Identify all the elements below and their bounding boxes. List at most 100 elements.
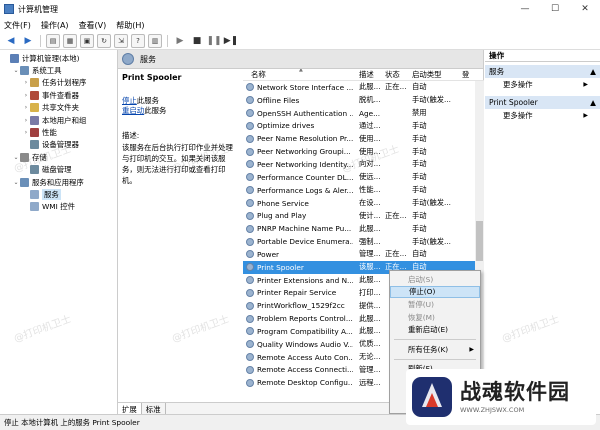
- tree-item[interactable]: 服务: [0, 188, 117, 200]
- tree-item[interactable]: › 事件查看器: [0, 89, 117, 101]
- collapse-caret-icon[interactable]: ▲: [590, 98, 596, 107]
- forward-arrow-icon[interactable]: ▶: [21, 34, 35, 48]
- expand-arrow-icon[interactable]: ›: [22, 79, 30, 86]
- export-list-icon[interactable]: ⇲: [114, 33, 128, 48]
- show-hide-icon[interactable]: ▥: [148, 33, 162, 48]
- service-row[interactable]: Power 管理... 正在... 自动: [243, 248, 484, 261]
- pause-service-icon[interactable]: ❚❚: [206, 34, 221, 48]
- service-row[interactable]: Performance Counter DL... 使远... 手动: [243, 171, 484, 184]
- minimize-button[interactable]: —: [510, 0, 540, 18]
- service-row[interactable]: Peer Networking Identity... 向对... 手动: [243, 158, 484, 171]
- service-row[interactable]: Performance Logs & Aler... 性能... 手动: [243, 184, 484, 197]
- tree-item[interactable]: ⌄ 服务和应用程序: [0, 176, 117, 188]
- column-logon[interactable]: 登: [462, 69, 474, 80]
- logo-name: 战魂软件园: [460, 380, 570, 404]
- service-gear-icon: [246, 314, 254, 323]
- tree-node-icon: [30, 115, 39, 125]
- tab-standard[interactable]: 标准: [141, 403, 166, 414]
- service-row[interactable]: Network Store Interface ... 此服... 正在... 自动: [243, 81, 484, 94]
- column-startup-type[interactable]: 启动类型: [410, 69, 462, 80]
- properties-icon[interactable]: ▣: [80, 33, 94, 48]
- service-row[interactable]: Optimize drives 通过... 手动: [243, 120, 484, 133]
- close-button[interactable]: ✕: [570, 0, 600, 18]
- service-row[interactable]: Offline Files 脱机... 手动(触发...: [243, 94, 484, 107]
- service-row[interactable]: Peer Name Resolution Pr... 使用... 手动: [243, 132, 484, 145]
- stop-service-icon[interactable]: ■: [190, 34, 204, 48]
- tree-item[interactable]: › 本地用户和组: [0, 114, 117, 126]
- tree-node-icon: [30, 78, 39, 88]
- refresh-icon[interactable]: ↻: [97, 33, 111, 48]
- tab-extended[interactable]: 扩展: [118, 403, 142, 414]
- context-menu-item-label: 停止(O): [409, 287, 436, 297]
- service-name: OpenSSH Authentication ...: [257, 108, 353, 118]
- context-menu-item[interactable]: 重新启动(E): [390, 323, 480, 336]
- tree-item[interactable]: 计算机管理(本地): [0, 52, 117, 64]
- service-row[interactable]: Plug and Play 使计... 正在... 手动: [243, 209, 484, 222]
- service-description: 向对...: [359, 159, 381, 169]
- context-menu-item-label: 所有任务(K): [408, 344, 449, 354]
- menu-file[interactable]: 文件(F): [4, 20, 31, 31]
- service-gear-icon: [246, 147, 254, 156]
- collapse-caret-icon[interactable]: ▲: [590, 67, 596, 76]
- service-row[interactable]: Peer Networking Groupi... 使用... 手动: [243, 145, 484, 158]
- expand-arrow-icon[interactable]: ⌄: [12, 67, 20, 74]
- menu-action[interactable]: 操作(A): [41, 20, 69, 31]
- actions-group-services[interactable]: 服务 ▲: [485, 65, 600, 78]
- tree-node-icon: [20, 152, 29, 162]
- column-description[interactable]: 描述: [353, 69, 383, 80]
- description-text: 该服务在后台执行打印作业并处理与打印机的交互。如果关闭该服务，则无法进行打印或查…: [122, 143, 233, 185]
- column-name[interactable]: 名称: [243, 69, 353, 80]
- service-row[interactable]: Phone Service 在设... 手动(触发...: [243, 197, 484, 210]
- tree-item[interactable]: › 性能: [0, 126, 117, 138]
- more-actions-print-spooler[interactable]: 更多操作 ▶: [485, 109, 600, 122]
- back-arrow-icon[interactable]: ◀: [4, 34, 18, 48]
- tree-item-label: 本地用户和组: [42, 115, 87, 125]
- tree-item[interactable]: 磁盘管理: [0, 164, 117, 176]
- tree-item[interactable]: WMI 控件: [0, 201, 117, 213]
- submenu-arrow-icon: ▶: [583, 112, 588, 119]
- expand-arrow-icon[interactable]: ›: [22, 117, 30, 124]
- context-menu-item[interactable]: 停止(O): [390, 285, 480, 299]
- service-row[interactable]: OpenSSH Authentication ... Age... 禁用: [243, 107, 484, 120]
- console-tree-icon[interactable]: ▦: [63, 33, 77, 48]
- up-folder-icon[interactable]: ▤: [46, 33, 60, 48]
- scrollbar-thumb[interactable]: [476, 221, 483, 261]
- tree-item[interactable]: ⌄ 系统工具: [0, 64, 117, 76]
- service-description: 提供...: [359, 300, 381, 310]
- more-actions-services[interactable]: 更多操作 ▶: [485, 78, 600, 91]
- tree-item[interactable]: 设备管理器: [0, 139, 117, 151]
- menu-view[interactable]: 查看(V): [79, 20, 107, 31]
- restart-service-icon[interactable]: ▶❚: [224, 34, 238, 48]
- context-menu-item[interactable]: 所有任务(K) ▶: [390, 343, 480, 356]
- service-row[interactable]: PNRP Machine Name Pu... 此服... 手动: [243, 222, 484, 235]
- expand-arrow-icon[interactable]: ⌄: [12, 179, 20, 186]
- maximize-button[interactable]: ☐: [540, 0, 570, 18]
- service-row[interactable]: Portable Device Enumera... 强制... 手动(触发...: [243, 235, 484, 248]
- expand-arrow-icon[interactable]: ›: [22, 129, 30, 136]
- tree-item[interactable]: › 任务计划程序: [0, 77, 117, 89]
- restart-service-link[interactable]: 重启动: [122, 106, 144, 115]
- tree-item[interactable]: ⌄ 存储: [0, 151, 117, 163]
- service-gear-icon: [246, 288, 254, 297]
- help-icon[interactable]: ?: [131, 33, 145, 48]
- stop-service-link[interactable]: 停止: [122, 96, 137, 105]
- service-gear-icon: [246, 199, 254, 208]
- service-gear-icon: [246, 378, 254, 387]
- service-gear-icon: [246, 83, 254, 92]
- computer-management-icon: [4, 4, 14, 14]
- expand-arrow-icon[interactable]: ›: [22, 92, 30, 99]
- actions-group-print-spooler[interactable]: Print Spooler ▲: [485, 96, 600, 109]
- start-service-icon[interactable]: ▶: [173, 34, 187, 48]
- service-startup-type: 禁用: [412, 108, 427, 118]
- service-startup-type: 手动: [412, 210, 427, 220]
- service-gear-icon: [246, 173, 254, 182]
- expand-arrow-icon[interactable]: ›: [22, 104, 30, 111]
- expand-arrow-icon[interactable]: ⌄: [12, 154, 20, 161]
- menu-help[interactable]: 帮助(H): [116, 20, 144, 31]
- tree-item[interactable]: › 共享文件夹: [0, 102, 117, 114]
- service-name: Phone Service: [257, 198, 309, 208]
- service-startup-type: 自动: [412, 249, 427, 259]
- column-status[interactable]: 状态: [383, 69, 410, 80]
- service-startup-type: 手动: [412, 185, 427, 195]
- menu-bar: 文件(F) 操作(A) 查看(V) 帮助(H): [0, 18, 600, 32]
